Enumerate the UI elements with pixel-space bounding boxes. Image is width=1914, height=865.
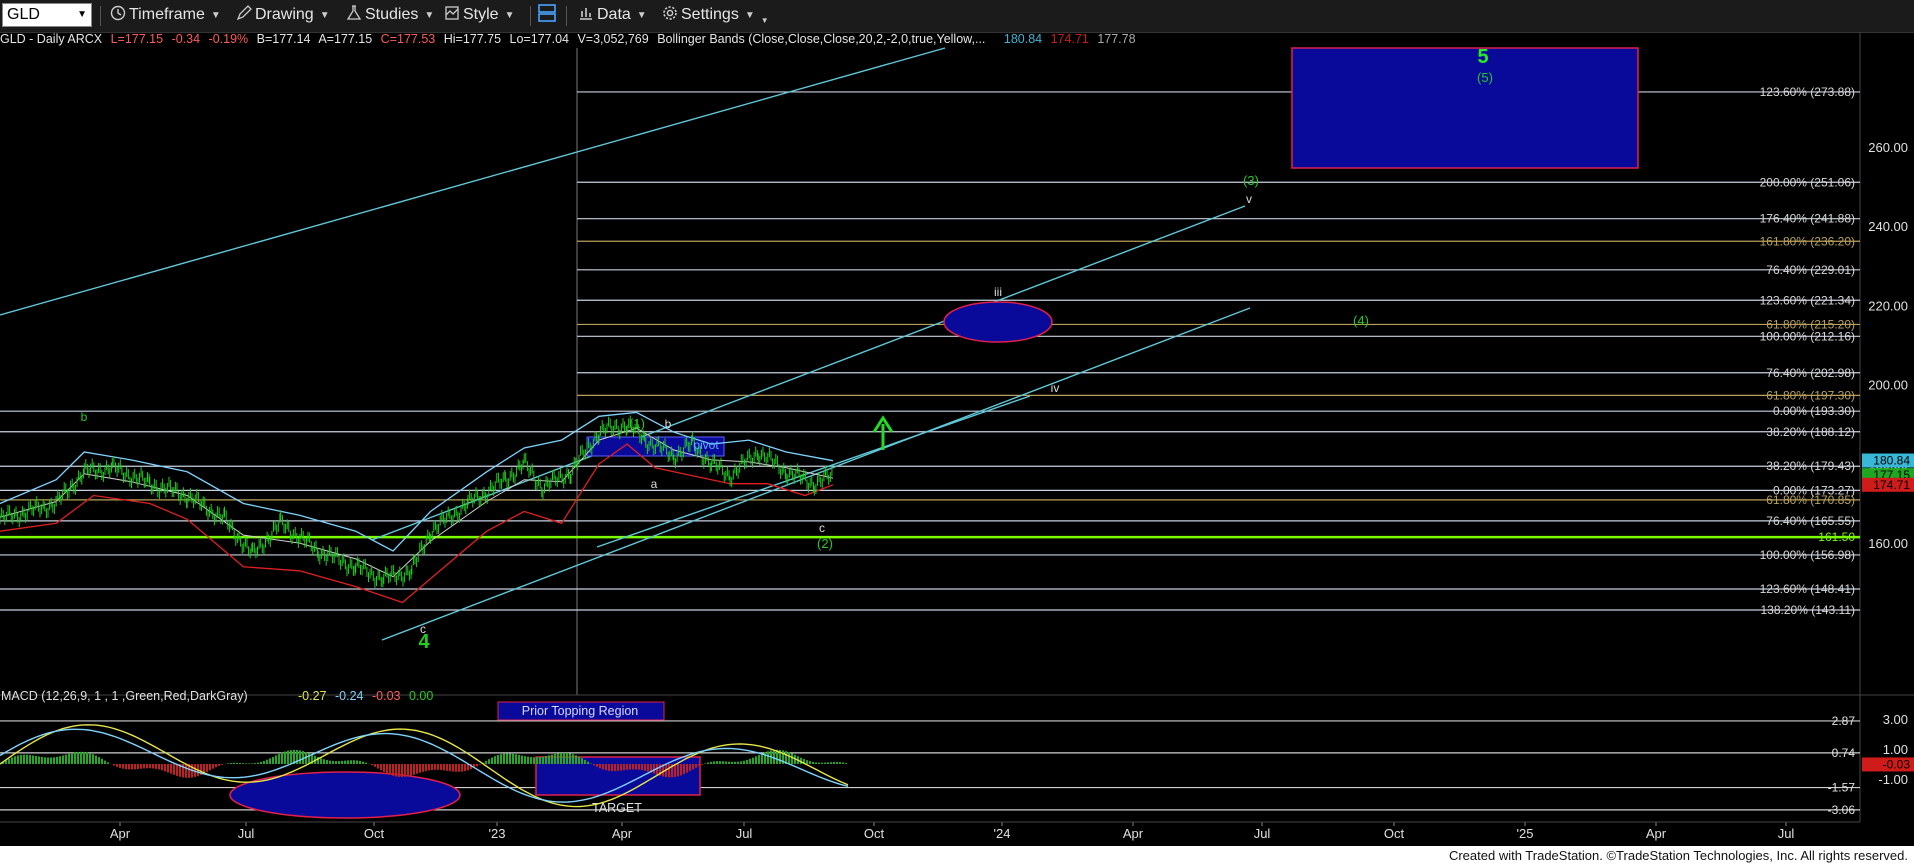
wave-label: (3): [1243, 173, 1259, 188]
macd-tick-label: 1.00: [1883, 742, 1908, 757]
macd-level-label: 0.74: [1832, 746, 1856, 760]
price-tag-label: 180.84: [1873, 454, 1910, 468]
trendlines: [0, 47, 1251, 641]
fib-level-label: 0.00% (193.30): [1773, 404, 1855, 418]
macd-tick-label: -1.00: [1878, 772, 1908, 787]
macd-legend-value: -0.27: [298, 689, 327, 703]
wave-label: (5): [1477, 70, 1493, 85]
price-tick-label: 260.00: [1868, 140, 1908, 155]
time-tick-label: '25: [1517, 826, 1534, 841]
fib-level-label: 76.40% (202.98): [1766, 366, 1855, 380]
time-axis: Apr Jul Oct '23 Apr Jul Oct '24 Apr Jul Oct '25 Apr J…: [0, 821, 1860, 841]
fib-level-label: 200.00% (251.06): [1760, 175, 1855, 189]
trend-channel-line: [0, 47, 946, 316]
price-axis: 160.00180.00200.00220.00240.00260.00180.…: [1862, 140, 1914, 551]
fib-level-label: 38.20% (179.43): [1766, 459, 1855, 473]
fib-level-label: 100.00% (156.98): [1760, 548, 1855, 562]
wave-label: v: [1246, 192, 1252, 206]
prior-topping-label: Prior Topping Region: [522, 704, 639, 718]
wave-label: (4): [1353, 313, 1369, 328]
fib-level-label: 123.60% (221.34): [1760, 293, 1855, 307]
wave-label: 4: [418, 631, 430, 653]
time-tick-label: Apr: [612, 826, 633, 841]
fib-level-label: 176.40% (241.88): [1760, 212, 1855, 226]
footer-credit: Created with TradeStation. ©TradeStation…: [1448, 848, 1908, 863]
price-tag-label: 174.71: [1873, 478, 1910, 492]
time-tick-label: '24: [994, 826, 1011, 841]
time-tick-label: Apr: [1646, 826, 1667, 841]
time-tick-label: Apr: [1123, 826, 1144, 841]
macd-target-ellipse: [229, 771, 461, 819]
time-tick-label: Jul: [736, 826, 753, 841]
macd-legend-value: 0.00: [409, 689, 433, 703]
macd-tick-label: 3.00: [1883, 712, 1908, 727]
wave-label: iv: [1051, 381, 1060, 395]
time-tick-label: Oct: [864, 826, 885, 841]
time-tick-label: Jul: [1778, 826, 1795, 841]
fib-level-label: 138.20% (143.11): [1760, 603, 1855, 617]
wave-iii-target-ellipse: [943, 301, 1053, 343]
macd-level-label: 2.87: [1832, 714, 1856, 728]
price-tick-label: 240.00: [1868, 219, 1908, 234]
macd-panel: MACD (12,26,9, 1 , 1 ,Green,Red,DarkGray…: [0, 689, 1914, 819]
wave-labels: 5(5)(3)viii(4)ivb (1) bpivotac(2)c4: [81, 46, 1493, 653]
wave-label: c: [819, 521, 825, 535]
macd-legend-value: -0.24: [335, 689, 364, 703]
wave-label: pivot: [693, 438, 719, 452]
wave-label: a: [651, 477, 658, 491]
fib-level-label: 161.80% (236.20): [1760, 234, 1855, 248]
time-tick-label: Oct: [1384, 826, 1405, 841]
fib-level-label: 123.60% (148.41): [1760, 582, 1855, 596]
price-tick-label: 160.00: [1868, 536, 1908, 551]
time-tick-label: Jul: [1254, 826, 1271, 841]
fib-level-label: 61.80% (197.30): [1766, 388, 1855, 402]
price-tick-label: 200.00: [1868, 378, 1908, 393]
fib-level-label: 123.60% (273.88): [1760, 85, 1855, 99]
fib-level-label: 100.00% (212.16): [1760, 329, 1855, 343]
wave-label: b: [81, 410, 88, 424]
macd-legend: MACD (12,26,9, 1 , 1 ,Green,Red,DarkGray…: [1, 689, 248, 703]
chart-canvas[interactable]: 123.60% (273.88) 200.00% (251.06) 176.40% …: [0, 0, 1914, 846]
wave-label: b: [665, 417, 672, 431]
fib-level-label: 76.40% (229.01): [1766, 263, 1855, 277]
wave-label: (2): [817, 536, 833, 551]
macd-level-label: -1.57: [1828, 781, 1856, 795]
wave-label: iii: [994, 285, 1002, 299]
fib-level-label: 38.20% (188.12): [1766, 425, 1855, 439]
price-tick-label: 220.00: [1868, 298, 1908, 313]
wave-label: 5: [1477, 46, 1488, 68]
macd-legend-value: -0.03: [372, 689, 401, 703]
wave-label: (1): [629, 416, 645, 431]
macd-level-label: -3.06: [1828, 803, 1856, 817]
fib-level-label: 161.50: [1818, 530, 1855, 544]
fib-level-label: 61.80% (170.85): [1766, 493, 1855, 507]
trend-channel-line: [596, 395, 1031, 548]
time-tick-label: Oct: [364, 826, 385, 841]
time-tick-label: Apr: [110, 826, 131, 841]
time-tick-label: '23: [489, 826, 506, 841]
fib-level-label: 76.40% (165.55): [1766, 514, 1855, 528]
time-tick-label: Jul: [238, 826, 255, 841]
wave-5-target-box: [1291, 47, 1639, 169]
macd-tag-label: -0.03: [1883, 757, 1911, 771]
